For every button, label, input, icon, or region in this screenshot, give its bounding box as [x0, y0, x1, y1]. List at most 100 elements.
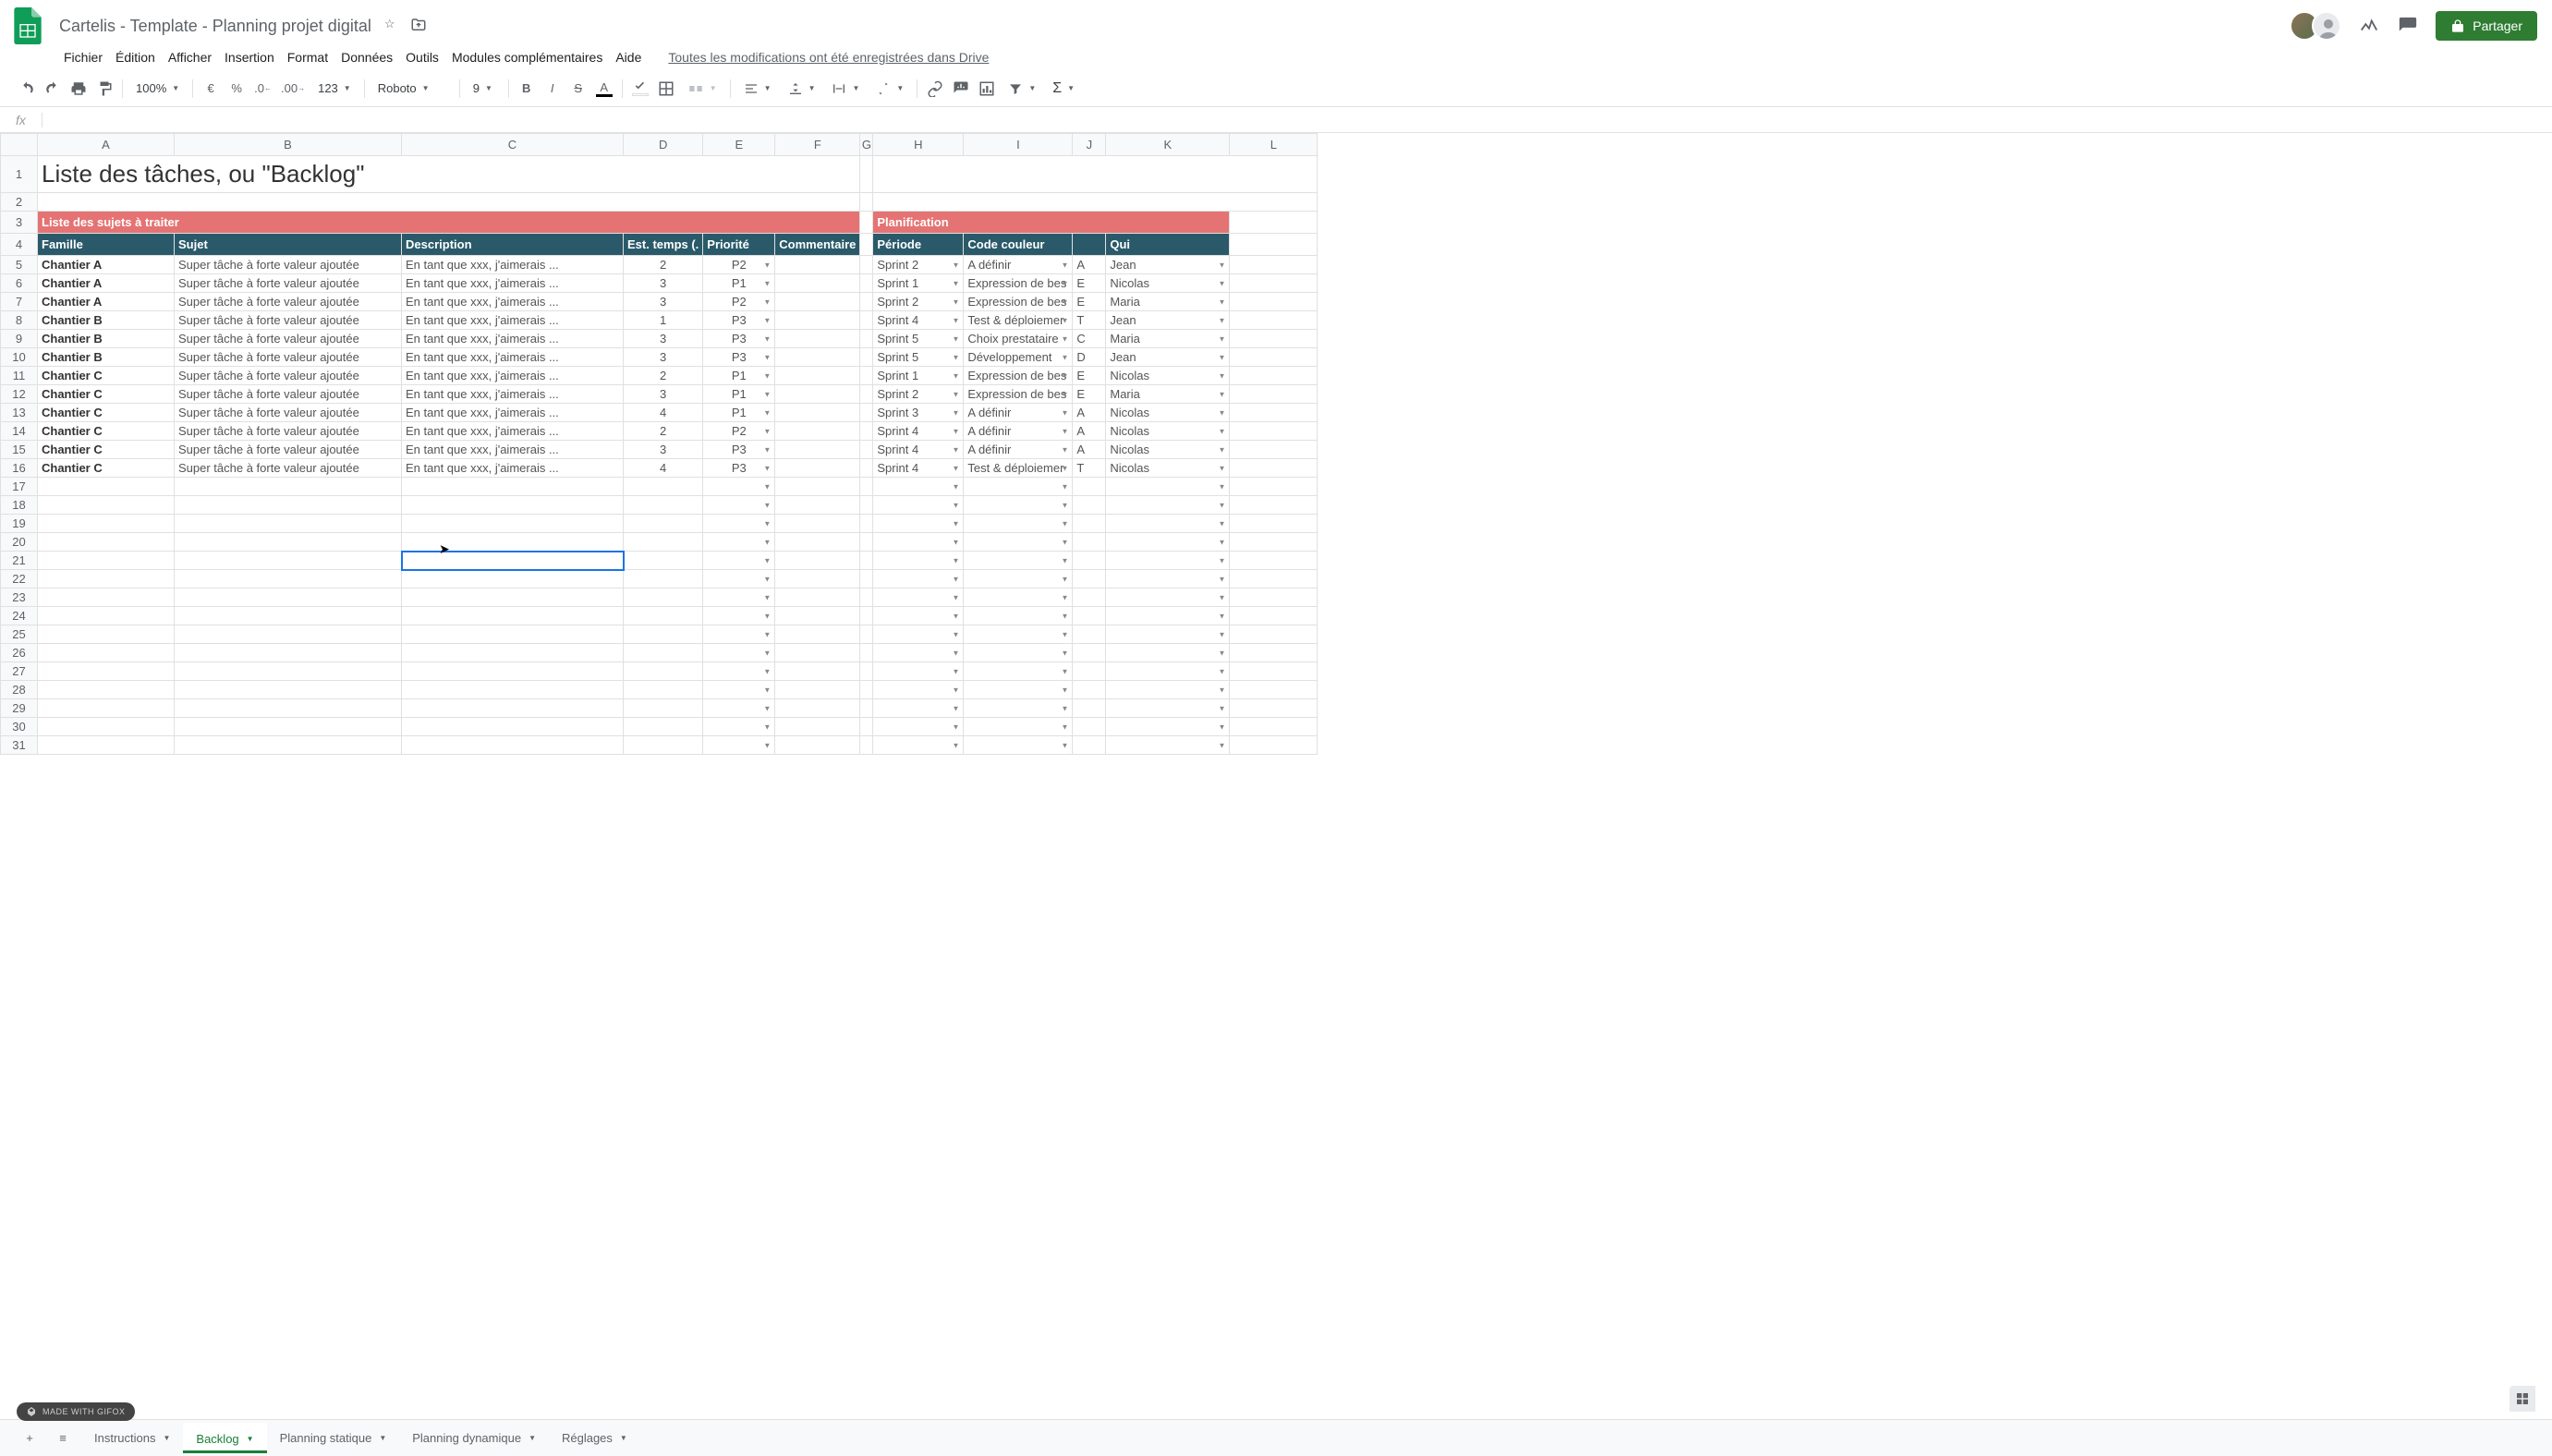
- row-header-5[interactable]: 5: [1, 256, 38, 274]
- cell[interactable]: [775, 736, 860, 755]
- cell-periode[interactable]: Sprint 5▼: [873, 348, 964, 367]
- italic-button[interactable]: I: [541, 77, 565, 101]
- cell-description[interactable]: En tant que xxx, j'aimerais ...: [402, 404, 624, 422]
- cell[interactable]: [1073, 478, 1106, 496]
- cell[interactable]: [624, 625, 703, 644]
- cell-sujet[interactable]: Super tâche à forte valeur ajoutée: [175, 293, 402, 311]
- row-header-26[interactable]: 26: [1, 644, 38, 662]
- dropdown-arrow-icon[interactable]: ▼: [1218, 593, 1225, 601]
- cell[interactable]: ▼: [964, 552, 1073, 570]
- cell[interactable]: [1073, 588, 1106, 607]
- dropdown-arrow-icon[interactable]: ▼: [1061, 556, 1068, 564]
- cell-famille[interactable]: Chantier B: [38, 311, 175, 330]
- dropdown-arrow-icon[interactable]: ▼: [763, 575, 771, 583]
- percent-button[interactable]: %: [225, 77, 249, 101]
- cell[interactable]: [175, 718, 402, 736]
- cell[interactable]: [624, 718, 703, 736]
- cell-priorite[interactable]: P1▼: [703, 274, 775, 293]
- menu-format[interactable]: Format: [281, 46, 334, 68]
- dropdown-arrow-icon[interactable]: ▼: [1061, 482, 1068, 491]
- dropdown-arrow-icon[interactable]: ▼: [1061, 464, 1068, 472]
- cell[interactable]: ▼: [703, 515, 775, 533]
- cell-qui[interactable]: Nicolas▼: [1106, 404, 1230, 422]
- cell-temps[interactable]: 4: [624, 459, 703, 478]
- cell[interactable]: ▼: [964, 699, 1073, 718]
- dropdown-arrow-icon[interactable]: ▼: [1218, 445, 1225, 454]
- cell[interactable]: ▼: [703, 552, 775, 570]
- col-header-K[interactable]: K: [1106, 134, 1230, 156]
- cell-ccc[interactable]: E: [1073, 385, 1106, 404]
- spreadsheet-grid[interactable]: ABCDEFGHIJKL1Liste des tâches, ou "Backl…: [0, 133, 2552, 1419]
- column-header[interactable]: Priorité: [703, 234, 775, 256]
- cell[interactable]: ▼: [703, 718, 775, 736]
- cell[interactable]: [1073, 607, 1106, 625]
- cell-commentaire[interactable]: [775, 367, 860, 385]
- dropdown-arrow-icon[interactable]: ▼: [1061, 316, 1068, 324]
- cell[interactable]: [38, 588, 175, 607]
- cell[interactable]: [1073, 699, 1106, 718]
- dropdown-arrow-icon[interactable]: ▼: [1218, 538, 1225, 546]
- dropdown-arrow-icon[interactable]: ▼: [1061, 722, 1068, 731]
- cell[interactable]: [38, 515, 175, 533]
- cell[interactable]: [1073, 570, 1106, 588]
- cell[interactable]: [1073, 644, 1106, 662]
- cell[interactable]: [38, 478, 175, 496]
- cell[interactable]: [175, 496, 402, 515]
- fx-icon[interactable]: fx: [0, 113, 43, 127]
- dropdown-arrow-icon[interactable]: ▼: [1218, 390, 1225, 398]
- dropdown-arrow-icon[interactable]: ▼: [952, 334, 959, 343]
- dropdown-arrow-icon[interactable]: ▼: [1218, 649, 1225, 657]
- cell-commentaire[interactable]: [775, 348, 860, 367]
- avatar[interactable]: [2312, 11, 2341, 41]
- dropdown-arrow-icon[interactable]: ▼: [1218, 297, 1225, 306]
- cell[interactable]: [775, 718, 860, 736]
- cell[interactable]: ▼: [964, 736, 1073, 755]
- dropdown-arrow-icon[interactable]: ▼: [952, 279, 959, 287]
- cell[interactable]: [1073, 625, 1106, 644]
- cell-sujet[interactable]: Super tâche à forte valeur ajoutée: [175, 256, 402, 274]
- cell[interactable]: [775, 570, 860, 588]
- cell-periode[interactable]: Sprint 2▼: [873, 293, 964, 311]
- cell-famille[interactable]: Chantier A: [38, 293, 175, 311]
- wrap-button[interactable]: ▼: [824, 77, 867, 101]
- cell-temps[interactable]: 2: [624, 256, 703, 274]
- dropdown-arrow-icon[interactable]: ▼: [1061, 630, 1068, 638]
- dropdown-arrow-icon[interactable]: ▼: [1218, 519, 1225, 528]
- cell[interactable]: [38, 625, 175, 644]
- cell-temps[interactable]: 2: [624, 367, 703, 385]
- cell[interactable]: [175, 681, 402, 699]
- sheets-logo[interactable]: [9, 7, 46, 44]
- cell[interactable]: ▼: [1106, 533, 1230, 552]
- cell[interactable]: ▼: [964, 478, 1073, 496]
- cell[interactable]: ▼: [964, 496, 1073, 515]
- h-align-button[interactable]: ▼: [736, 77, 779, 101]
- dropdown-arrow-icon[interactable]: ▼: [1061, 575, 1068, 583]
- cell[interactable]: [1073, 533, 1106, 552]
- dropdown-arrow-icon[interactable]: ▼: [1061, 261, 1068, 269]
- dropdown-arrow-icon[interactable]: ▼: [763, 408, 771, 417]
- explore-button[interactable]: [2509, 1386, 2535, 1412]
- dropdown-arrow-icon[interactable]: ▼: [1061, 667, 1068, 675]
- cell-sujet[interactable]: Super tâche à forte valeur ajoutée: [175, 274, 402, 293]
- cell-ccc[interactable]: A: [1073, 256, 1106, 274]
- dropdown-arrow-icon[interactable]: ▼: [763, 297, 771, 306]
- dropdown-arrow-icon[interactable]: ▼: [952, 649, 959, 657]
- dropdown-arrow-icon[interactable]: ▼: [1061, 371, 1068, 380]
- cell[interactable]: [624, 662, 703, 681]
- col-header-E[interactable]: E: [703, 134, 775, 156]
- cell-ccc[interactable]: E: [1073, 274, 1106, 293]
- share-button[interactable]: Partager: [2436, 11, 2537, 41]
- dropdown-arrow-icon[interactable]: ▼: [952, 593, 959, 601]
- cell-ccc[interactable]: A: [1073, 441, 1106, 459]
- cell[interactable]: [775, 607, 860, 625]
- cell-priorite[interactable]: P1▼: [703, 404, 775, 422]
- chart-button[interactable]: [975, 77, 999, 101]
- cell[interactable]: [38, 699, 175, 718]
- dropdown-arrow-icon[interactable]: ▼: [763, 667, 771, 675]
- cell[interactable]: [775, 699, 860, 718]
- dropdown-arrow-icon[interactable]: ▼: [952, 612, 959, 620]
- cell-code-couleur[interactable]: A définir▼: [964, 256, 1073, 274]
- cell[interactable]: ▼: [703, 699, 775, 718]
- print-button[interactable]: [67, 77, 91, 101]
- dropdown-arrow-icon[interactable]: ▼: [763, 371, 771, 380]
